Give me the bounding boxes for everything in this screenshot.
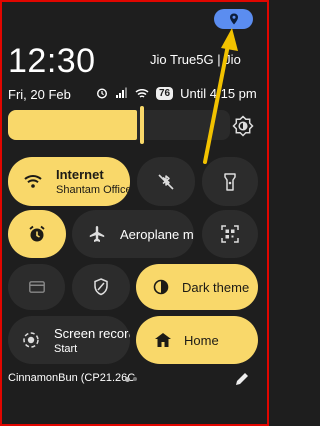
internet-subtitle: Shantam Office	[56, 184, 130, 196]
aeroplane-icon	[86, 223, 108, 245]
edit-pencil-icon[interactable]	[234, 371, 250, 387]
alarm-clock-icon	[29, 225, 45, 242]
location-pin-icon	[229, 13, 238, 25]
date-label: Fri, 20 Feb	[8, 87, 71, 102]
wifi-icon	[135, 88, 149, 98]
home-tile[interactable]: Home	[136, 316, 258, 364]
screen-record-icon	[20, 329, 42, 351]
bluetooth-tile[interactable]	[137, 157, 195, 206]
screen-record-tile[interactable]: Screen record Start	[8, 316, 130, 364]
wallet-card-icon	[28, 281, 45, 293]
until-label: Until 4:15 pm	[180, 85, 257, 101]
dark-theme-tile[interactable]: Dark theme	[136, 264, 258, 310]
flashlight-icon	[224, 172, 236, 191]
signal-icon	[116, 87, 127, 98]
status-icons: 76 Until 4:15 pm	[96, 84, 257, 102]
aeroplane-mode-tile[interactable]: Aeroplane mode	[72, 210, 194, 258]
brightness-fill	[8, 110, 137, 140]
battery-indicator: 76	[156, 86, 174, 100]
build-number: CinnamonBun (CP21.26C	[8, 372, 136, 384]
alarm-tile[interactable]	[8, 210, 66, 258]
data-saver-tile[interactable]	[72, 264, 130, 310]
alarm-icon	[96, 88, 108, 99]
brightness-thumb[interactable]	[140, 106, 144, 144]
dark-theme-label: Dark theme	[182, 279, 250, 295]
shield-icon	[94, 278, 108, 296]
dark-theme-icon	[150, 276, 172, 298]
page-dot	[133, 377, 137, 381]
qr-scanner-tile[interactable]	[202, 210, 258, 258]
wifi-icon	[22, 171, 44, 193]
page-indicator	[125, 377, 137, 382]
torch-tile[interactable]	[202, 157, 258, 206]
screen-record-title: Screen record	[54, 325, 130, 341]
home-label: Home	[184, 332, 219, 348]
clock: 12:30	[8, 42, 96, 80]
internet-tile[interactable]: Internet Shantam Office	[8, 157, 130, 206]
page-dot-active	[125, 377, 130, 382]
carrier-label: Jio True5G | Jio	[150, 52, 241, 67]
internet-title: Internet	[56, 167, 104, 182]
bluetooth-off-icon	[158, 173, 174, 190]
brightness-slider[interactable]	[8, 106, 230, 144]
home-icon	[152, 329, 174, 351]
location-indicator[interactable]	[214, 9, 253, 29]
aeroplane-mode-label: Aeroplane mode	[120, 226, 194, 242]
screen-record-subtitle: Start	[54, 342, 78, 355]
qr-scan-icon	[221, 225, 239, 243]
auto-brightness-icon[interactable]	[232, 115, 254, 137]
wallet-tile[interactable]	[8, 264, 65, 310]
